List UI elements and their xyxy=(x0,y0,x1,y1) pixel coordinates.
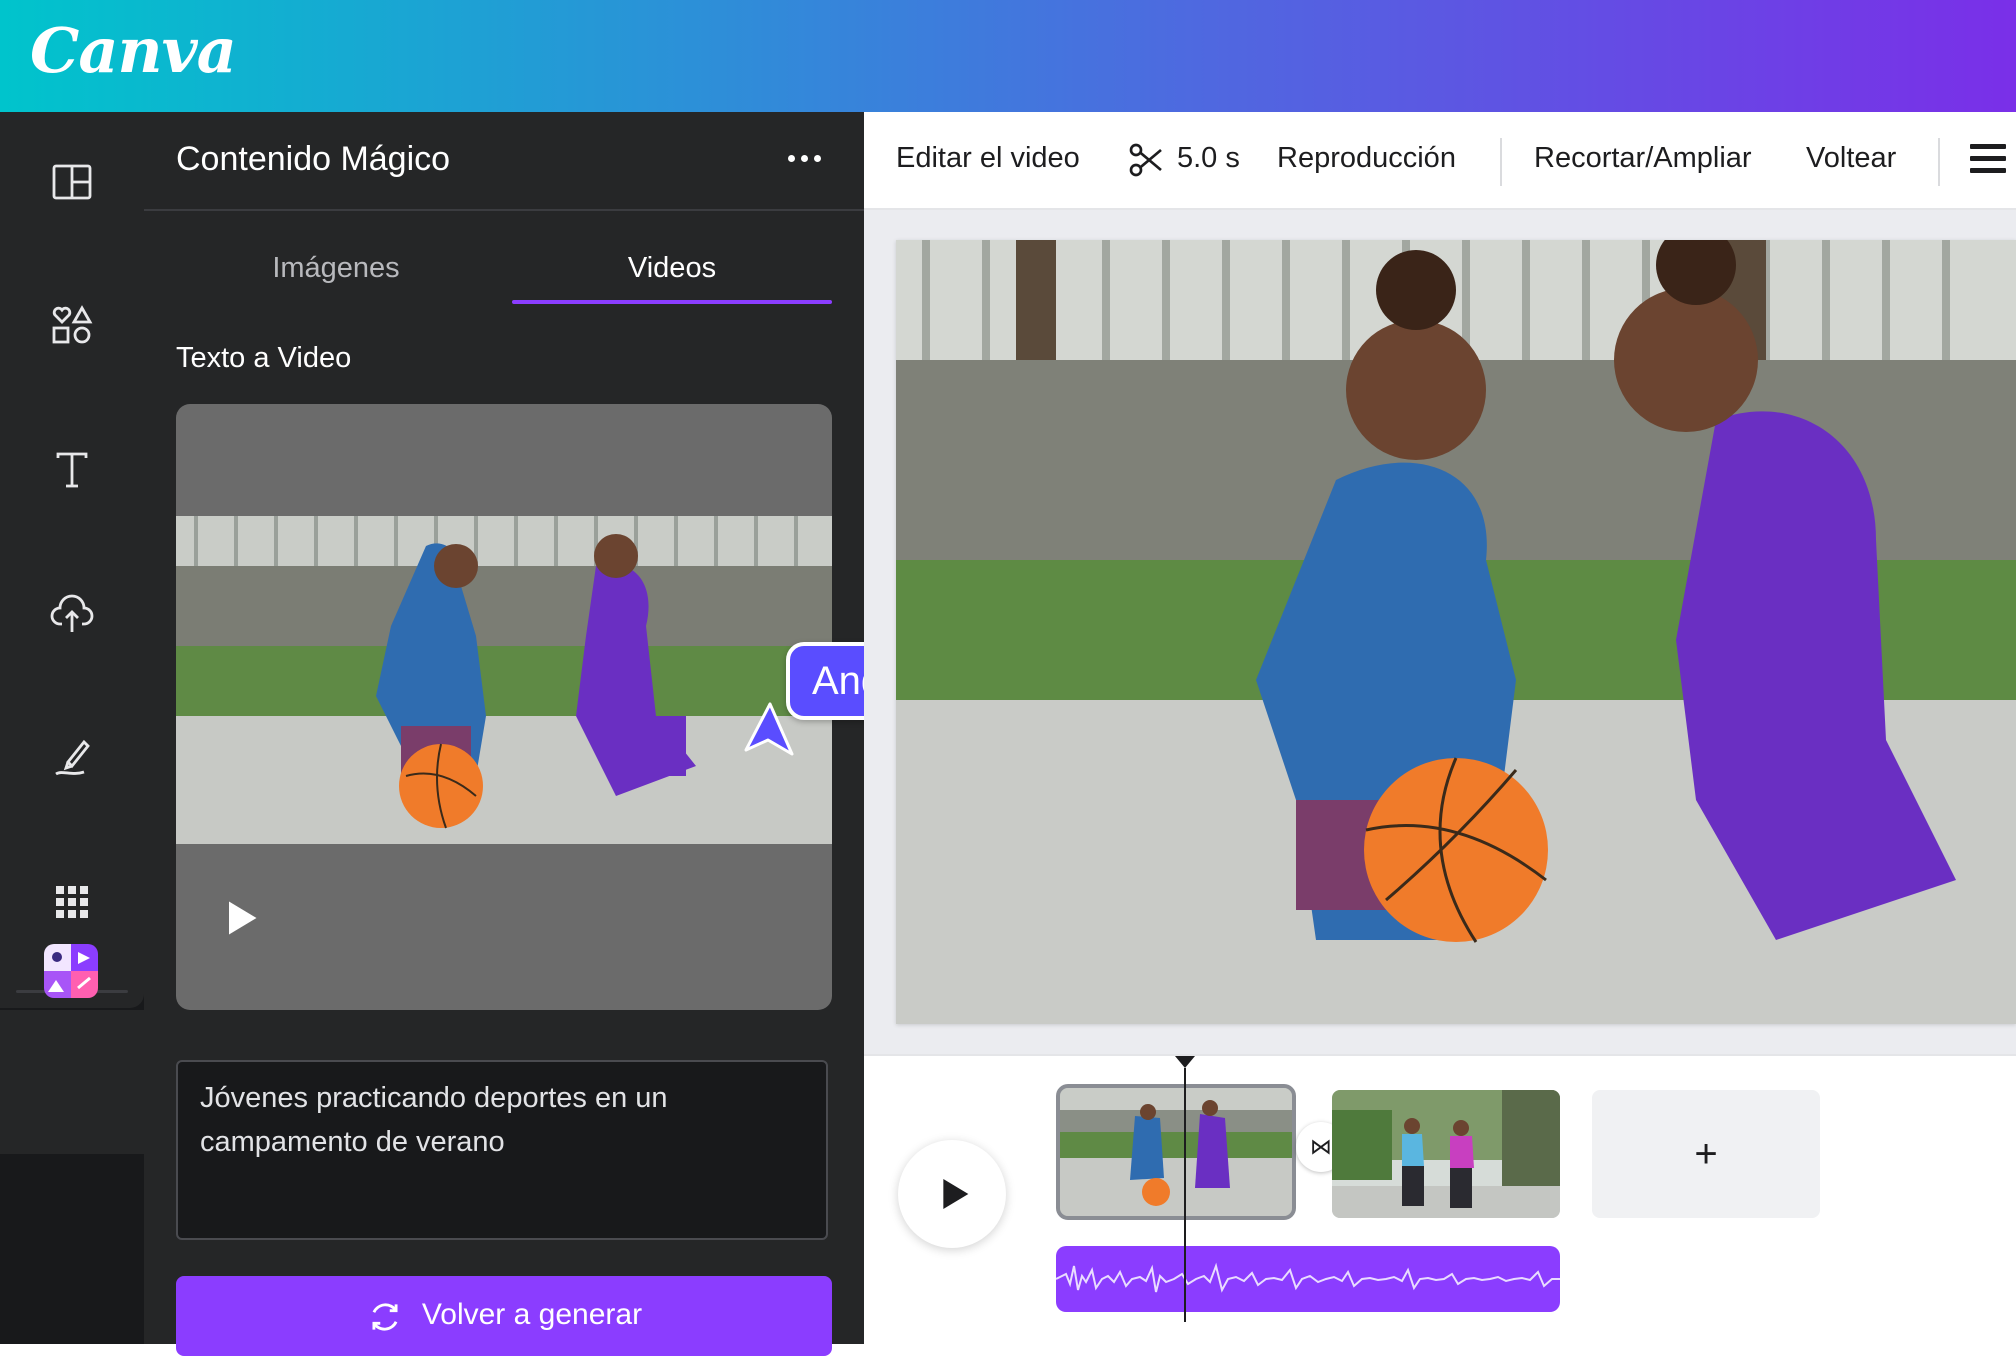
video-canvas[interactable] xyxy=(896,240,2016,1024)
edit-video-button[interactable]: Editar el video xyxy=(896,142,1080,175)
playback-button[interactable]: Reproducción xyxy=(1277,142,1456,175)
panel-header: Contenido Mágico xyxy=(144,112,864,211)
timeline-clip-1[interactable] xyxy=(1056,1084,1296,1220)
active-tab-indicator xyxy=(512,300,832,304)
timeline: ⋈ + xyxy=(864,1054,2016,1346)
timeline-play-button[interactable] xyxy=(898,1140,1006,1248)
upload-icon[interactable] xyxy=(40,582,104,646)
regenerate-button[interactable]: Volver a generar xyxy=(176,1276,832,1356)
duration-label[interactable]: 5.0 s xyxy=(1177,142,1240,175)
layout-icon[interactable] xyxy=(40,150,104,214)
generated-video-preview[interactable] xyxy=(176,404,832,1010)
playhead-marker[interactable] xyxy=(1175,1056,1195,1068)
preview-thumbnail xyxy=(176,516,832,844)
flip-button[interactable]: Voltear xyxy=(1806,142,1896,175)
editor-toolbar: Editar el video 5.0 s Reproducción Recor… xyxy=(864,112,2016,210)
audio-track[interactable] xyxy=(1056,1246,1560,1312)
tab-images[interactable]: Imágenes xyxy=(176,252,496,285)
prompt-input[interactable]: Jóvenes practicando deportes en un campa… xyxy=(176,1060,828,1240)
canvas-area xyxy=(864,210,2016,1054)
regenerate-label: Volver a generar xyxy=(421,1298,643,1331)
toolbar-divider xyxy=(1500,138,1502,186)
crop-button[interactable]: Recortar/Ampliar xyxy=(1534,142,1752,175)
apps-icon[interactable] xyxy=(40,870,104,934)
scissors-icon[interactable] xyxy=(1126,140,1166,180)
side-rail xyxy=(0,112,144,1344)
audio-waveform xyxy=(1056,1262,1560,1293)
toolbar-divider xyxy=(1938,138,1940,186)
panel-title: Contenido Mágico xyxy=(176,140,451,178)
dot-icon xyxy=(800,154,808,162)
rail-active-app-slot xyxy=(0,1010,144,1154)
refresh-icon xyxy=(372,1303,398,1331)
menu-icon[interactable] xyxy=(1970,144,2010,178)
canva-logo[interactable]: Canva xyxy=(30,14,237,87)
text-icon[interactable] xyxy=(40,438,104,502)
dot-icon xyxy=(813,154,821,162)
elements-icon[interactable] xyxy=(40,294,104,358)
more-options-button[interactable] xyxy=(780,138,828,178)
clip-1-thumbnail xyxy=(1060,1088,1292,1216)
add-clip-button[interactable]: + xyxy=(1592,1090,1820,1218)
clip-2-thumbnail xyxy=(1332,1090,1560,1218)
draw-icon[interactable] xyxy=(40,726,104,790)
dot-icon xyxy=(787,154,795,162)
tab-videos[interactable]: Videos xyxy=(512,252,832,285)
play-icon xyxy=(943,1179,969,1209)
rail-tools xyxy=(0,112,144,1008)
timeline-clip-2[interactable] xyxy=(1332,1090,1560,1218)
playhead[interactable] xyxy=(1184,1068,1186,1322)
top-bar: Canva xyxy=(0,0,2016,112)
section-label: Texto a Video xyxy=(176,342,352,374)
magic-media-icon[interactable] xyxy=(44,944,98,998)
preview-play-icon[interactable] xyxy=(218,896,262,940)
